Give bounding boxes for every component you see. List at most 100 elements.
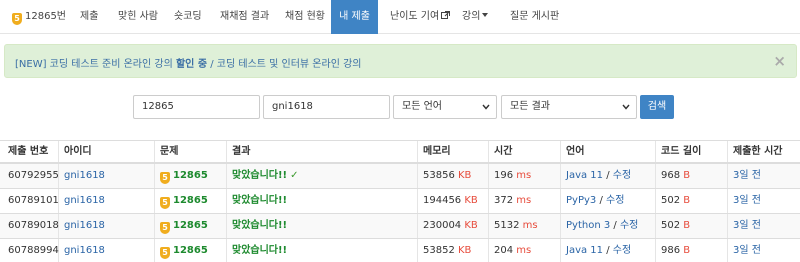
problem-link[interactable]: 5 12865 xyxy=(160,189,208,213)
header-code-length: 코드 길이 xyxy=(661,146,702,157)
problem-link[interactable]: 5 12865 xyxy=(160,239,208,262)
time-unit: ms xyxy=(516,195,532,206)
user-link[interactable]: gni1618 xyxy=(64,164,105,188)
code-length-unit: B xyxy=(683,195,691,206)
header-problem: 문제 xyxy=(160,146,179,157)
close-icon[interactable]: × xyxy=(773,52,786,70)
memory-unit: KB xyxy=(464,220,478,231)
code-length-cell: 968 B xyxy=(661,164,690,188)
header-result: 결과 xyxy=(232,146,251,157)
nav-short-coding[interactable]: 숏코딩 xyxy=(174,0,202,34)
user-link[interactable]: gni1618 xyxy=(64,214,105,238)
table-row: 60792955 gni1618 5 12865 맞았습니다!! ✓ 53856 K… xyxy=(0,164,800,189)
table-row: 60789018 gni1618 5 12865 맞았습니다!! 230004 K… xyxy=(0,214,800,239)
gold-tier-icon: 5 xyxy=(12,13,22,25)
problem-id-input[interactable]: 12865 xyxy=(133,95,260,119)
code-length-value: 986 xyxy=(661,245,681,256)
nav-problem-label: 12865번 xyxy=(25,11,67,22)
problem-id: 12865 xyxy=(173,220,208,231)
nav-difficulty-contribution[interactable]: 난이도 기여 xyxy=(390,0,451,34)
header-memory: 메모리 xyxy=(423,146,451,157)
nav-solvers[interactable]: 맞힌 사람 xyxy=(118,0,158,34)
time-cell: 204 ms xyxy=(494,239,531,262)
submission-id: 60788994 xyxy=(8,245,59,256)
memory-value: 230004 xyxy=(423,220,462,231)
code-length-unit: B xyxy=(683,220,691,231)
memory-value: 53856 xyxy=(423,170,455,181)
problem-id: 12865 xyxy=(173,170,208,181)
code-length-value: 502 xyxy=(661,220,681,231)
search-button[interactable]: 검색 xyxy=(640,95,674,119)
header-submission-id: 제출 번호 xyxy=(8,146,49,157)
user-id-input[interactable]: gni1618 xyxy=(263,95,390,119)
user-link[interactable]: gni1618 xyxy=(64,189,105,213)
memory-unit: KB xyxy=(464,195,478,206)
code-length-cell: 502 B xyxy=(661,189,690,213)
result-cell: 맞았습니다!! xyxy=(232,189,287,213)
nav-submit[interactable]: 제출 xyxy=(80,0,98,34)
header-time: 시간 xyxy=(494,146,513,157)
code-length-value: 502 xyxy=(661,195,681,206)
code-length-cell: 986 B xyxy=(661,239,690,262)
submission-id: 60792955 xyxy=(8,170,59,181)
submitted-time[interactable]: 3일 전 xyxy=(733,189,761,213)
table-header: 제출 번호 아이디 문제 결과 메모리 시간 언어 코드 길이 제출한 시간 xyxy=(0,140,800,164)
language-cell: Java 11 / 수정 xyxy=(566,245,632,256)
nav-lectures-dropdown[interactable]: 강의 xyxy=(462,0,489,34)
time-cell: 5132 ms xyxy=(494,214,538,238)
edit-link[interactable]: 수정 xyxy=(613,245,631,256)
submitted-time[interactable]: 3일 전 xyxy=(733,164,761,188)
header-user-id: 아이디 xyxy=(64,146,92,157)
edit-link[interactable]: 수정 xyxy=(606,195,624,206)
memory-unit: KB xyxy=(458,170,472,181)
submission-id: 60789018 xyxy=(8,220,59,231)
memory-unit: KB xyxy=(458,245,472,256)
result-select[interactable]: 모든 결과 xyxy=(501,95,637,119)
language-select[interactable]: 모든 언어 xyxy=(393,95,497,119)
problem-id: 12865 xyxy=(173,195,208,206)
gold-tier-icon: 5 xyxy=(160,222,170,234)
edit-link[interactable]: 수정 xyxy=(620,220,638,231)
language-link[interactable]: Python 3 xyxy=(566,220,610,231)
result-cell: 맞았습니다!! xyxy=(232,239,287,262)
memory-cell: 53852 KB xyxy=(423,239,471,262)
time-value: 5132 xyxy=(494,220,520,231)
submitted-time[interactable]: 3일 전 xyxy=(733,239,761,262)
memory-cell: 53856 KB xyxy=(423,164,471,188)
promo-alert-text[interactable]: [NEW] 코딩 테스트 준비 온라인 강의 할인 중 / 코딩 테스트 및 인… xyxy=(15,55,361,70)
nav-rejudge-results[interactable]: 재채점 결과 xyxy=(220,0,269,34)
nav-my-submissions[interactable]: 내 제출 xyxy=(331,0,378,34)
user-link[interactable]: gni1618 xyxy=(64,239,105,262)
time-unit: ms xyxy=(522,220,538,231)
language-link[interactable]: Java 11 xyxy=(566,245,603,256)
result-text: 맞았습니다!! xyxy=(232,245,288,256)
chevron-down-icon xyxy=(482,104,490,110)
problem-link[interactable]: 5 12865 xyxy=(160,164,208,188)
result-text: 맞았습니다!! xyxy=(232,195,288,206)
time-value: 204 xyxy=(494,245,514,256)
time-value: 196 xyxy=(494,170,514,181)
memory-value: 194456 xyxy=(423,195,462,206)
nav-problem-title[interactable]: 5 12865번 xyxy=(12,0,66,34)
submission-id: 60789101 xyxy=(8,195,59,206)
nav-judge-status[interactable]: 채점 현황 xyxy=(285,0,325,34)
language-link[interactable]: PyPy3 xyxy=(566,195,596,206)
language-select-value: 모든 언어 xyxy=(402,101,442,112)
nav-qna-board[interactable]: 질문 게시판 xyxy=(510,0,559,34)
code-length-value: 968 xyxy=(661,170,681,181)
language-cell: Python 3 / 수정 xyxy=(566,220,639,231)
submitted-time[interactable]: 3일 전 xyxy=(733,214,761,238)
language-link[interactable]: Java 11 xyxy=(566,170,603,181)
result-cell: 맞았습니다!! xyxy=(232,214,287,238)
table-row: 60789101 gni1618 5 12865 맞았습니다!! 194456 K… xyxy=(0,189,800,214)
promo-suffix: / 코딩 테스트 및 인터뷰 온라인 강의 xyxy=(207,59,362,70)
nav-difficulty-label: 난이도 기여 xyxy=(390,11,440,22)
external-link-icon xyxy=(441,11,451,19)
language-cell: Java 11 / 수정 xyxy=(566,170,632,181)
gold-tier-icon: 5 xyxy=(160,172,170,184)
memory-cell: 194456 KB xyxy=(423,189,478,213)
edit-link[interactable]: 수정 xyxy=(613,170,631,181)
result-select-value: 모든 결과 xyxy=(510,101,550,112)
problem-link[interactable]: 5 12865 xyxy=(160,214,208,238)
result-cell: 맞았습니다!! ✓ xyxy=(232,164,299,188)
